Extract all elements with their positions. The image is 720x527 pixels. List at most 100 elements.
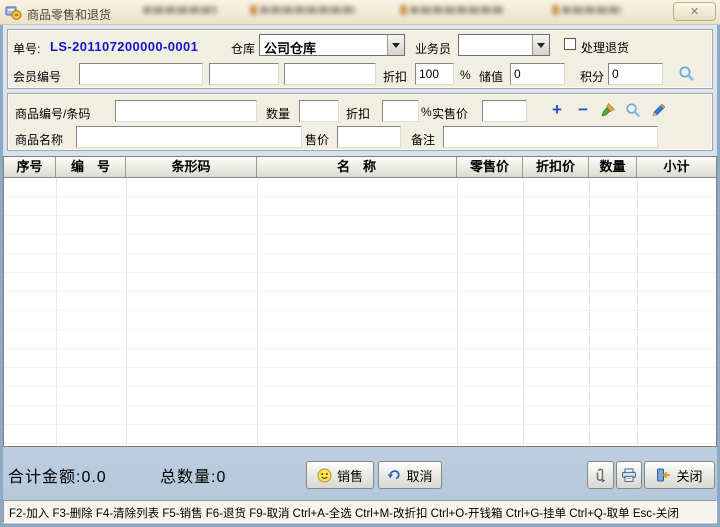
cancel-button[interactable]: 取消 [378, 461, 442, 489]
item-code-input[interactable] [115, 100, 257, 122]
sale-button[interactable]: 销售 [306, 461, 374, 489]
minus-icon: − [578, 100, 588, 119]
item-discount-label: 折扣 [346, 107, 371, 121]
clerk-label: 业务员 [415, 42, 452, 56]
printer-icon [622, 468, 636, 482]
item-name-input[interactable] [76, 126, 302, 148]
undo-arrow-icon [388, 470, 401, 480]
column-divider [126, 178, 127, 446]
item-code-label: 商品编号/条码 [15, 107, 91, 121]
title-bar: 商品零售和退货 ✕ [0, 0, 720, 25]
col-header-name: 名 称 [257, 157, 457, 177]
col-header-discount-price: 折扣价 [523, 157, 589, 177]
blurred-background-item [250, 3, 356, 17]
col-header-quantity: 数量 [589, 157, 637, 177]
blurred-background-item [552, 3, 622, 17]
pencil-icon [652, 103, 666, 117]
points-input[interactable] [608, 63, 663, 85]
client-area: 单号: LS-201107200000-0001 仓库 公司仓库 业务员 处理退… [3, 25, 717, 524]
smiley-icon [317, 468, 332, 482]
column-divider [589, 178, 590, 446]
member-discount-input[interactable] [415, 63, 454, 85]
blurred-background-item [143, 3, 217, 17]
stored-value-input[interactable] [510, 63, 565, 85]
item-discount-percent-sign: % [421, 105, 432, 119]
order-number-label: 单号: [13, 42, 41, 56]
app-icon [5, 4, 22, 21]
clerk-dropdown-arrow-icon[interactable] [532, 35, 549, 55]
warehouse-dropdown-arrow-icon[interactable] [387, 35, 404, 55]
member-discount-percent-sign: % [460, 68, 471, 82]
edit-item-button[interactable] [650, 101, 668, 119]
column-divider [457, 178, 458, 446]
member-discount-label: 折扣 [383, 70, 408, 84]
quantity-input[interactable] [299, 100, 339, 122]
col-header-barcode: 条形码 [126, 157, 257, 177]
close-icon: ✕ [689, 6, 700, 18]
exit-door-icon [657, 468, 671, 482]
handle-return-checkbox[interactable] [564, 38, 576, 50]
cancel-button-label: 取消 [406, 468, 433, 484]
remark-input[interactable] [443, 126, 658, 148]
actual-price-input[interactable] [482, 100, 527, 122]
member-number-label: 会员编号 [13, 70, 62, 84]
clerk-select[interactable] [458, 34, 550, 56]
remark-label: 备注 [411, 133, 436, 147]
add-item-button[interactable]: + [548, 101, 566, 119]
paperclip-icon [596, 468, 606, 483]
stored-value-label: 储值 [479, 70, 504, 84]
hotkey-status-text: F2-加入 F3-删除 F4-清除列表 F5-销售 F6-退货 F9-取消 Ct… [9, 508, 679, 520]
handle-return-label: 处理退货 [581, 41, 630, 55]
clerk-selected-value [459, 35, 532, 55]
item-entry-panel: 商品编号/条码 数量 折扣 % 实售价 + − 商品名称 售价 备注 [7, 93, 713, 151]
order-panel: 单号: LS-201107200000-0001 仓库 公司仓库 业务员 处理退… [7, 29, 713, 89]
member-name-input[interactable] [209, 63, 279, 85]
search-icon [679, 66, 694, 81]
total-amount: 合计金额:0.0 [8, 463, 107, 487]
blurred-background-item [400, 3, 504, 17]
col-header-subtotal: 小计 [637, 157, 716, 177]
retail-returns-window: 商品零售和退货 ✕ 单号: LS-201107200000-0001 仓库 公司… [0, 0, 720, 527]
col-header-code: 编 号 [56, 157, 126, 177]
item-name-label: 商品名称 [15, 133, 64, 147]
print-button[interactable] [616, 461, 642, 489]
member-number-input[interactable] [79, 63, 203, 85]
total-amount-value: 0.0 [81, 469, 107, 486]
quantity-label: 数量 [266, 107, 291, 121]
item-discount-input[interactable] [382, 100, 419, 122]
member-info-input[interactable] [284, 63, 376, 85]
total-quantity-label: 总数量: [160, 469, 217, 486]
sale-button-label: 销售 [336, 468, 363, 484]
close-button[interactable]: 关闭 [644, 461, 715, 489]
attach-button[interactable] [587, 461, 614, 489]
search-icon [626, 103, 640, 117]
order-number-value: LS-201107200000-0001 [50, 39, 199, 54]
sale-price-label: 售价 [305, 133, 330, 147]
warehouse-label: 仓库 [231, 42, 256, 56]
column-divider [637, 178, 638, 446]
points-label: 积分 [580, 70, 605, 84]
remove-item-button[interactable]: − [574, 101, 592, 119]
items-table-body[interactable] [4, 178, 716, 446]
window-close-button[interactable]: ✕ [673, 2, 716, 21]
warehouse-selected-value: 公司仓库 [264, 41, 317, 55]
column-divider [523, 178, 524, 446]
member-search-button[interactable] [677, 64, 696, 83]
actual-price-label: 实售价 [432, 107, 469, 121]
close-button-label: 关闭 [676, 468, 703, 484]
hotkey-status-bar: F2-加入 F3-删除 F4-清除列表 F5-销售 F6-退货 F9-取消 Ct… [3, 500, 717, 523]
column-divider [257, 178, 258, 446]
plus-icon: + [552, 100, 562, 119]
total-quantity: 总数量:0 [160, 463, 226, 487]
item-search-button[interactable] [624, 101, 642, 119]
col-header-retail-price: 零售价 [457, 157, 523, 177]
total-amount-label: 合计金额: [8, 469, 82, 486]
col-header-index: 序号 [4, 157, 56, 177]
sale-price-input[interactable] [337, 126, 401, 148]
clear-fields-button[interactable] [599, 101, 617, 119]
items-table: 序号 编 号 条形码 名 称 零售价 折扣价 数量 小计 [3, 156, 717, 447]
brush-icon [601, 102, 616, 117]
window-title: 商品零售和退货 [27, 8, 112, 22]
warehouse-select[interactable]: 公司仓库 [259, 34, 405, 56]
total-quantity-value: 0 [216, 469, 227, 486]
